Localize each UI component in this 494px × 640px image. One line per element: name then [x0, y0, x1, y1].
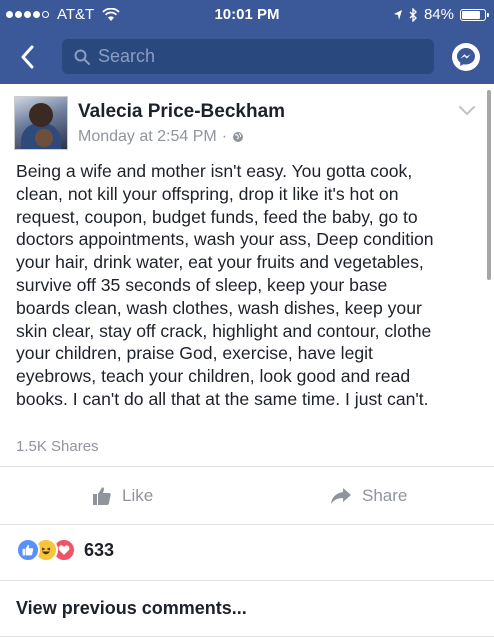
thumbs-up-icon	[93, 487, 111, 505]
search-icon	[74, 49, 90, 65]
reaction-count: 633	[84, 540, 115, 560]
status-right: 84%	[393, 6, 489, 23]
search-placeholder: Search	[98, 46, 156, 66]
battery-icon	[460, 8, 489, 21]
divider	[0, 466, 494, 467]
status-bar: AT&T 10:01 PM 84%	[0, 0, 494, 30]
post-text: Being a wife and mother isn't easy. You …	[16, 161, 434, 409]
chevron-down-icon[interactable]	[458, 104, 476, 116]
avatar-child	[35, 129, 53, 147]
post-meta: Monday at 2:54 PM ·	[78, 128, 244, 146]
meta-separator: ·	[221, 128, 228, 145]
nav-bar: Search	[0, 30, 494, 84]
author-name[interactable]: Valecia Price-Beckham	[78, 101, 285, 123]
battery-percent: 84%	[423, 6, 454, 23]
battery-level-fill	[462, 10, 481, 19]
reaction-icons	[16, 538, 76, 562]
divider	[0, 636, 494, 637]
post: Valecia Price-Beckham Monday at 2:54 PM …	[0, 84, 494, 637]
action-row: Like Share	[0, 476, 494, 522]
chevron-left-icon	[21, 45, 34, 69]
reactions-row[interactable]: 633	[0, 538, 494, 568]
share-button[interactable]: Share	[330, 486, 407, 506]
search-input[interactable]: Search	[62, 39, 434, 74]
messenger-button[interactable]	[452, 43, 480, 71]
shares-count[interactable]: 1.5K Shares	[16, 438, 99, 455]
location-arrow-icon	[393, 9, 402, 20]
messenger-icon	[457, 48, 475, 66]
avatar-head	[29, 103, 53, 127]
scrollbar[interactable]	[487, 90, 491, 280]
post-timestamp[interactable]: Monday at 2:54 PM	[78, 128, 217, 146]
like-label: Like	[122, 486, 154, 505]
divider	[0, 580, 494, 581]
back-button[interactable]	[12, 41, 42, 73]
share-arrow-icon	[331, 488, 351, 504]
avatar[interactable]	[14, 96, 68, 150]
like-icon	[16, 538, 40, 562]
share-label: Share	[362, 486, 408, 505]
globe-icon	[233, 132, 244, 142]
view-previous-comments-link[interactable]: View previous comments...	[16, 598, 247, 619]
post-header: Valecia Price-Beckham Monday at 2:54 PM …	[0, 84, 494, 150]
bluetooth-icon	[409, 7, 417, 22]
divider	[0, 524, 494, 525]
like-button[interactable]: Like	[92, 486, 153, 506]
